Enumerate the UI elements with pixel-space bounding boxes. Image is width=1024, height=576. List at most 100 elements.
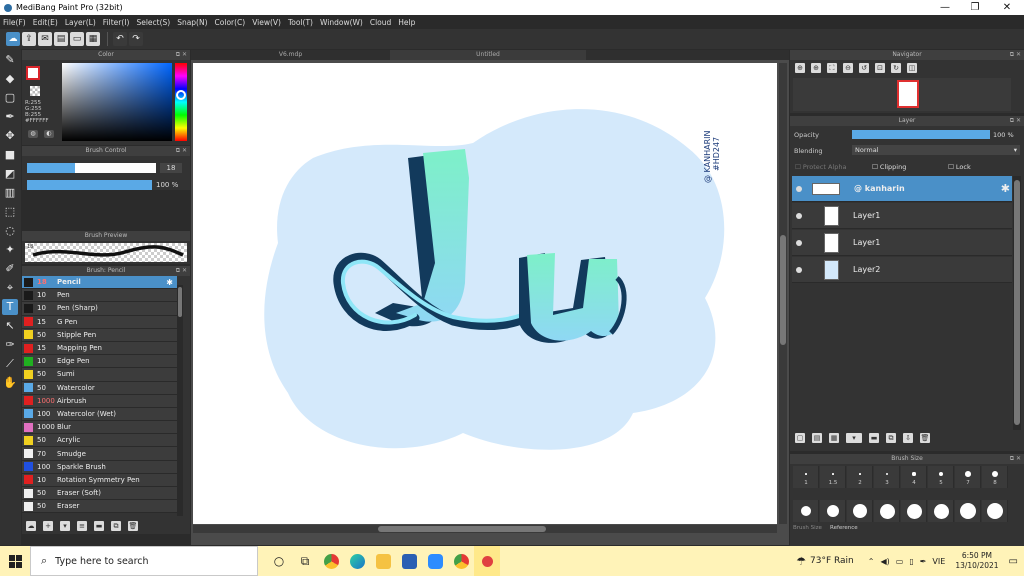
brush-list-item[interactable]: 50 Eraser (Soft) bbox=[22, 487, 177, 501]
weather-icon[interactable]: ☂ bbox=[796, 555, 806, 568]
chevron-up-icon[interactable]: ⌃ bbox=[868, 557, 875, 566]
brush-list-item[interactable]: 10 Pen bbox=[22, 289, 177, 303]
file-explorer-icon[interactable] bbox=[370, 546, 396, 576]
brush-size-preset-large[interactable] bbox=[793, 500, 819, 522]
menu-color[interactable]: Color(C) bbox=[215, 18, 246, 27]
layer-folder-icon[interactable]: ▬ bbox=[869, 433, 879, 443]
brush-list-item[interactable]: 50 Eraser bbox=[22, 500, 177, 514]
brush-opacity-slider[interactable] bbox=[27, 180, 152, 190]
protect-alpha-checkbox[interactable]: ☐ Protect Alpha bbox=[795, 163, 846, 171]
brush-size-slider[interactable] bbox=[27, 163, 156, 173]
zoom-in-icon[interactable]: ⊕ bbox=[795, 63, 805, 73]
magic-wand-icon[interactable]: ✦ bbox=[2, 242, 18, 258]
brush-size-preset[interactable]: 2 bbox=[847, 466, 873, 488]
layer-row[interactable]: Layer1 bbox=[792, 230, 1012, 256]
tab-reference[interactable]: Reference bbox=[830, 525, 858, 531]
brush-size-preset-large[interactable] bbox=[874, 500, 900, 522]
canvas-horizontal-scroll-thumb[interactable] bbox=[378, 526, 546, 532]
brush-menu-icon[interactable]: ▾ bbox=[60, 521, 70, 531]
panel-close-icon[interactable]: ⧉ ✕ bbox=[176, 266, 187, 276]
language-indicator[interactable]: VIE bbox=[932, 557, 945, 566]
brush-size-preset[interactable]: 1 bbox=[793, 466, 819, 488]
chrome-app-icon[interactable] bbox=[318, 546, 344, 576]
layer-row[interactable]: Layer1 bbox=[792, 203, 1012, 229]
brush-size-preset[interactable]: 8 bbox=[982, 466, 1008, 488]
volume-icon[interactable]: ◀) bbox=[880, 557, 889, 566]
cortana-icon[interactable]: ○ bbox=[266, 546, 292, 576]
brush-tool-icon[interactable]: ✎ bbox=[2, 52, 18, 68]
grid-icon[interactable]: ▦ bbox=[86, 32, 100, 46]
weather-text[interactable]: 73°F Rain bbox=[810, 556, 854, 566]
shape-tool-icon[interactable]: ▢ bbox=[2, 90, 18, 106]
eyedropper-tool-icon[interactable]: ✑ bbox=[2, 337, 18, 353]
clock[interactable]: 6:50 PM 13/10/2021 bbox=[955, 551, 998, 571]
menu-filter[interactable]: Filter(I) bbox=[103, 18, 130, 27]
maximize-button[interactable]: ❐ bbox=[960, 0, 990, 15]
undo-icon[interactable]: ↶ bbox=[113, 32, 127, 46]
brush-list-item[interactable]: 10 Edge Pen bbox=[22, 355, 177, 369]
panel-close-icon[interactable]: ⧉ ✕ bbox=[176, 146, 187, 156]
new-layer-alt-icon[interactable]: ▤ bbox=[812, 433, 822, 443]
medibang-app-icon[interactable] bbox=[474, 546, 500, 576]
word-app-icon[interactable] bbox=[396, 546, 422, 576]
layer-row[interactable]: @ kanharin ✱ bbox=[792, 176, 1012, 202]
brush-size-preset-large[interactable] bbox=[982, 500, 1008, 522]
battery-icon[interactable]: ▯ bbox=[909, 557, 913, 566]
rotate-left-icon[interactable]: ↺ bbox=[859, 63, 869, 73]
fill-rect-icon[interactable]: ■ bbox=[2, 147, 18, 163]
rotate-right-icon[interactable]: ↻ bbox=[891, 63, 901, 73]
clipping-checkbox[interactable]: ☐ Clipping bbox=[872, 163, 906, 171]
start-button[interactable] bbox=[0, 546, 30, 576]
minimize-button[interactable]: — bbox=[930, 0, 960, 15]
zoom-in-alt-icon[interactable]: ⊕ bbox=[811, 63, 821, 73]
redo-icon[interactable]: ↷ bbox=[129, 32, 143, 46]
taskbar-search-box[interactable]: ⌕ Type here to search bbox=[30, 546, 258, 576]
color-mode-icon[interactable]: ◍ bbox=[28, 130, 38, 138]
brush-size-value[interactable]: 18 bbox=[160, 163, 182, 173]
cloud-sync-icon[interactable]: ☁ bbox=[6, 32, 20, 46]
tab-brush-size[interactable]: Brush Size bbox=[793, 525, 822, 531]
lock-checkbox[interactable]: ☐ Lock bbox=[948, 163, 971, 171]
notification-icon[interactable]: ▭ bbox=[1009, 556, 1018, 567]
brush-list-item[interactable]: 1000 Blur bbox=[22, 421, 177, 435]
blending-select[interactable]: Normal ▾ bbox=[852, 145, 1020, 155]
panel-close-icon[interactable]: ⧉ ✕ bbox=[1010, 116, 1021, 126]
menu-file[interactable]: File(F) bbox=[3, 18, 26, 27]
visibility-eye-icon[interactable] bbox=[796, 212, 802, 219]
divide-tool-icon[interactable]: ⌖ bbox=[2, 280, 18, 296]
brush-list-scroll-thumb[interactable] bbox=[178, 287, 182, 317]
hand-tool-icon[interactable]: ✋ bbox=[2, 375, 18, 391]
operation-tool-icon[interactable]: ↖ bbox=[2, 318, 18, 334]
brush-size-preset[interactable]: 1.5 bbox=[820, 466, 846, 488]
text-tool-icon[interactable]: T bbox=[2, 299, 18, 315]
ruler-tool-icon[interactable]: ⟋ bbox=[2, 356, 18, 372]
brush-size-preset-large[interactable] bbox=[928, 500, 954, 522]
fit-screen-icon[interactable]: ⛶ bbox=[827, 63, 837, 73]
foreground-color-swatch[interactable] bbox=[26, 66, 40, 80]
gradient-tool-icon[interactable]: ▥ bbox=[2, 185, 18, 201]
brush-size-preset[interactable]: 5 bbox=[928, 466, 954, 488]
canvas-vertical-scroll-thumb[interactable] bbox=[780, 235, 786, 345]
brush-list-item[interactable]: 50 Sumi bbox=[22, 368, 177, 382]
bucket-tool-icon[interactable]: ◩ bbox=[2, 166, 18, 182]
gear-icon[interactable]: ✱ bbox=[1001, 182, 1010, 195]
menu-help[interactable]: Help bbox=[398, 18, 415, 27]
saturation-value-picker[interactable] bbox=[62, 63, 172, 141]
brush-list-item[interactable]: 10 Pen (Sharp) bbox=[22, 302, 177, 316]
navigator-viewport-frame[interactable] bbox=[897, 80, 919, 108]
menu-edit[interactable]: Edit(E) bbox=[33, 18, 58, 27]
brush-list-item[interactable]: 15 G Pen bbox=[22, 315, 177, 329]
brush-list-item[interactable]: 50 Stipple Pen bbox=[22, 328, 177, 342]
brush-list-item[interactable]: 10 Rotation Symmetry Pen bbox=[22, 473, 177, 487]
frame-icon[interactable]: ▭ bbox=[70, 32, 84, 46]
brush-list-item[interactable]: 70 Smudge bbox=[22, 447, 177, 461]
transparent-color-swatch[interactable] bbox=[30, 86, 40, 96]
brush-list-item[interactable]: 50 Watercolor bbox=[22, 381, 177, 395]
menu-select[interactable]: Select(S) bbox=[136, 18, 170, 27]
visibility-eye-icon[interactable] bbox=[796, 266, 802, 273]
brush-list-item[interactable]: 50 Acrylic bbox=[22, 434, 177, 448]
folder-icon[interactable]: ▬ bbox=[94, 521, 104, 531]
export-icon[interactable]: ⇪ bbox=[22, 32, 36, 46]
actual-size-icon[interactable]: ⊡ bbox=[875, 63, 885, 73]
menu-snap[interactable]: Snap(N) bbox=[177, 18, 207, 27]
